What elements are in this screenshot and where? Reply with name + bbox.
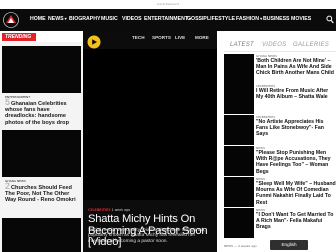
- nav-news[interactable]: NEWS▾: [48, 16, 67, 22]
- sidebar-item-title[interactable]: I Will Retire From Music After My 40th A…: [256, 88, 336, 100]
- trending-label: TRENDING: [2, 33, 36, 41]
- trending-rank: 5: [5, 97, 11, 107]
- search-icon[interactable]: [326, 15, 334, 24]
- tab-galleries[interactable]: GALLERIES: [293, 42, 329, 48]
- trending-thumbnail[interactable]: [2, 130, 81, 177]
- trending-title-text: Ghanaian Celebrities whose fans have dre…: [5, 101, 70, 126]
- nav-fashion-label: FASHION: [236, 16, 260, 22]
- sidebar-footer-meta: NEWS — 2 weeks ago: [224, 244, 257, 248]
- sidebar-item-title[interactable]: "I Don't Want To Get Married To A Rich M…: [256, 212, 336, 231]
- play-icon[interactable]: [87, 35, 101, 49]
- tab-latest[interactable]: LATEST: [230, 42, 254, 48]
- nav-entertainment-label: ENTERTAINMENT: [144, 16, 188, 22]
- nav-entertainment[interactable]: ENTERTAINMENT▾: [144, 16, 191, 22]
- subnav-sports[interactable]: SPORTS: [152, 35, 171, 40]
- language-selector[interactable]: English: [270, 240, 308, 250]
- sidebar-thumbnail[interactable]: [224, 177, 254, 207]
- nav-business[interactable]: BUSINESS: [263, 16, 290, 22]
- trending-rank: 2: [5, 181, 11, 191]
- main-navbar: HOME NEWS▾ BIOGRAPHY MUSIC VIDEOS ENTERT…: [0, 9, 336, 31]
- subnav-more[interactable]: MORE: [195, 35, 209, 40]
- nav-music[interactable]: MUSIC: [101, 16, 118, 22]
- sidebar-divider: [224, 51, 336, 52]
- sidebar-item-title[interactable]: "Please Stop Punishing Men With R@pe Acc…: [256, 150, 336, 175]
- trending-thumbnail[interactable]: [2, 46, 81, 93]
- sidebar-thumbnail[interactable]: [224, 208, 254, 238]
- featured-meta: CELEBRITIES 1 week ago: [88, 208, 130, 212]
- nav-videos[interactable]: VIDEOS: [122, 16, 142, 22]
- sidebar-thumbnail[interactable]: [224, 84, 254, 114]
- advertisement-label: Advertisement: [156, 2, 180, 6]
- subnav-live[interactable]: LIVE: [175, 35, 185, 40]
- nav-news-label: NEWS: [48, 16, 64, 22]
- nav-lifestyle[interactable]: LIFESTYLE: [207, 16, 235, 22]
- featured-image[interactable]: [83, 49, 217, 200]
- nav-fashion[interactable]: FASHION▾: [236, 16, 262, 22]
- trending-title-text: Churches Should Feed The Poor, Not The O…: [5, 185, 76, 204]
- nav-gossip[interactable]: GOSSIP: [187, 16, 207, 22]
- chevron-down-icon: ▾: [64, 16, 67, 21]
- nav-home[interactable]: HOME: [30, 16, 46, 22]
- sidebar-footer-time: 2 weeks ago: [237, 244, 257, 248]
- nav-movies[interactable]: MOVIES: [291, 16, 311, 22]
- trending-thumbnail[interactable]: [2, 218, 81, 252]
- sidebar-thumbnail[interactable]: [224, 115, 254, 145]
- sidebar-thumbnail[interactable]: [224, 54, 254, 84]
- trending-title[interactable]: 2Churches Should Feed The Poor, Not The …: [5, 181, 81, 204]
- sidebar-item-title[interactable]: "No Artiste Appreciates His Fans Like St…: [256, 119, 336, 138]
- featured-excerpt: Social media personality, Diamond Michel…: [88, 228, 206, 244]
- sidebar-thumbnail[interactable]: [224, 146, 254, 176]
- chevron-down-icon: ▾: [260, 16, 263, 21]
- nav-biography[interactable]: BIOGRAPHY: [69, 16, 100, 22]
- subnav-tech[interactable]: TECH: [132, 35, 145, 40]
- sidebar-item-title[interactable]: 'Both Children Are Not Mine' – Man In Pa…: [256, 58, 336, 77]
- sidebar-footer-category[interactable]: NEWS: [224, 244, 233, 248]
- sidebar-item-title[interactable]: "Sleep Well My Wife" – Husband Mourns As…: [256, 181, 336, 206]
- site-logo-icon[interactable]: [2, 12, 20, 28]
- tab-videos[interactable]: VIDEOS: [262, 42, 286, 48]
- trending-header: TRENDING: [0, 31, 83, 42]
- featured-time: 1 week ago: [111, 208, 131, 212]
- trending-title[interactable]: 5Ghanaian Celebrities whose fans have dr…: [5, 97, 81, 126]
- featured-category[interactable]: CELEBRITIES: [88, 208, 111, 212]
